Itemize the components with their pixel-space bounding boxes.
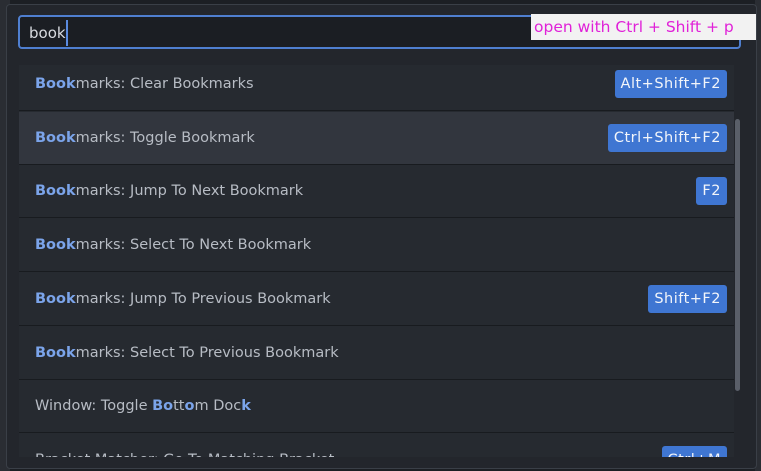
match-highlight: Book	[35, 183, 76, 200]
command-row[interactable]: Bookmarks: Select To Next Bookmark	[19, 219, 734, 273]
command-label: Bracket Matcher: Go To Matching Bracket	[35, 452, 334, 457]
label-text: Bracket Matcher: Go To Matching Bracket	[35, 452, 334, 457]
command-label: Bookmarks: Select To Previous Bookmark	[35, 345, 339, 361]
command-palette: book open with Ctrl + Shift + p Bookmark…	[6, 4, 757, 469]
command-label: Bookmarks: Select To Next Bookmark	[35, 237, 311, 253]
match-highlight: Book	[35, 237, 76, 254]
command-row[interactable]: Window: Toggle Bottom Dock	[19, 380, 734, 434]
keybinding-badge: F2	[696, 177, 727, 206]
match-highlight: Book	[35, 129, 76, 146]
command-row[interactable]: Bracket Matcher: Go To Matching Bracket C…	[19, 434, 734, 457]
match-highlight: o	[184, 398, 195, 415]
label-text: Window: Toggle	[35, 398, 153, 415]
command-row[interactable]: Bookmarks: Jump To Previous Bookmark Shif…	[19, 273, 734, 326]
scrollbar[interactable]	[734, 65, 743, 457]
match-highlight: Book	[35, 344, 76, 361]
keybinding-badge: Ctrl+Shift+F2	[607, 123, 727, 152]
label-text: marks: Jump To Next Bookmark	[75, 183, 304, 200]
command-label: Window: Toggle Bottom Dock	[35, 398, 251, 414]
command-row[interactable]: Bookmarks: Jump To Next Bookmark F2	[19, 165, 734, 219]
keybinding-badge: Alt+Shift+F2	[614, 70, 727, 98]
command-row[interactable]: Bookmarks: Clear Bookmarks Alt+Shift+F2	[19, 65, 734, 111]
label-text: m Doc	[194, 398, 242, 415]
scrollbar-thumb[interactable]	[735, 119, 740, 391]
label-text: marks: Select To Previous Bookmark	[75, 344, 339, 361]
match-highlight: Bo	[152, 398, 174, 415]
label-text: marks: Toggle Bookmark	[75, 129, 255, 146]
label-text: marks: Clear Bookmarks	[75, 76, 254, 92]
match-highlight: Book	[35, 290, 76, 307]
shortcut-hint: open with Ctrl + Shift + p	[531, 14, 756, 40]
command-list: Bookmarks: Clear Bookmarks Alt+Shift+F2 Bo…	[19, 65, 734, 457]
command-row[interactable]: Bookmarks: Select To Previous Bookmark	[19, 327, 734, 380]
keybinding-badge: Shift+F2	[648, 284, 727, 313]
match-highlight: k	[241, 398, 251, 415]
command-label: Bookmarks: Jump To Next Bookmark	[35, 183, 303, 199]
keybinding-badge: Ctrl+M	[661, 445, 727, 457]
label-text: marks: Select To Next Bookmark	[75, 237, 312, 254]
label-text: tt	[173, 398, 185, 415]
text-caret	[66, 20, 68, 46]
search-query: book	[29, 24, 66, 42]
command-row[interactable]: Bookmarks: Toggle Bookmark Ctrl+Shift+F2	[19, 111, 734, 165]
command-label: Bookmarks: Clear Bookmarks	[35, 76, 254, 92]
command-label: Bookmarks: Toggle Bookmark	[35, 130, 255, 146]
match-highlight: Book	[35, 76, 76, 92]
command-label: Bookmarks: Jump To Previous Bookmark	[35, 291, 331, 307]
label-text: marks: Jump To Previous Bookmark	[75, 290, 331, 307]
